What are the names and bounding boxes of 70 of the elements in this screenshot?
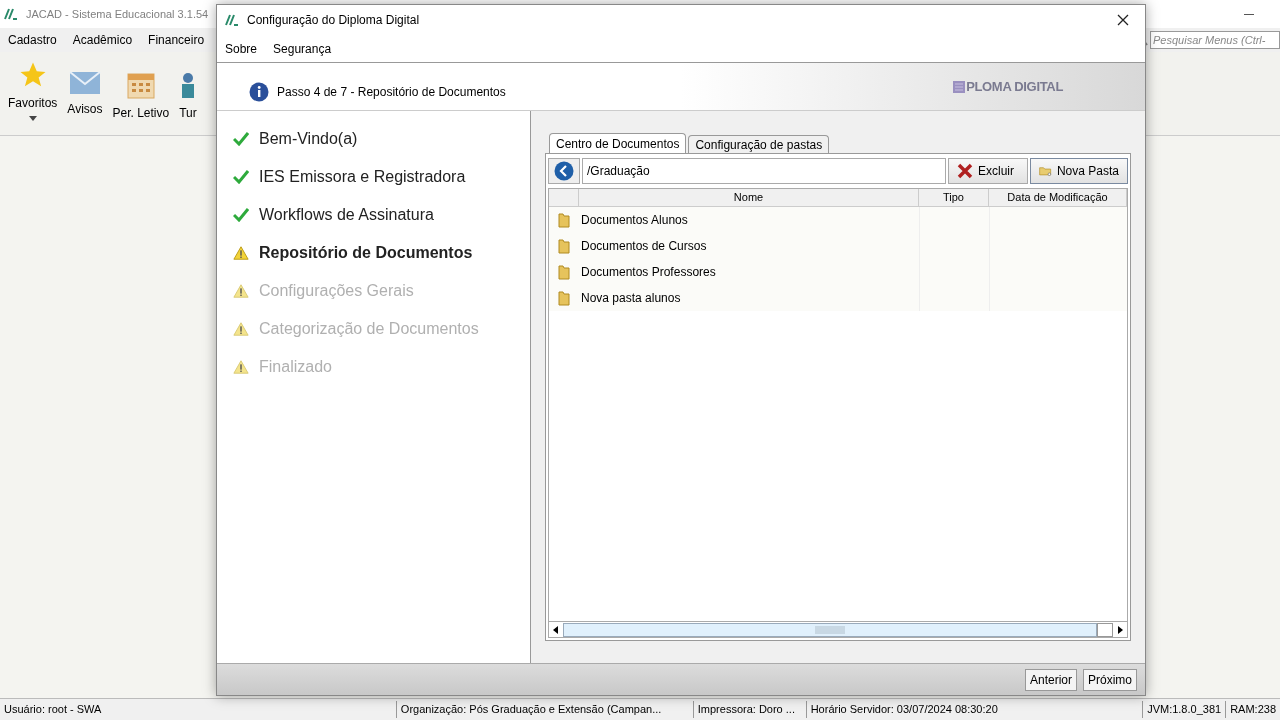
warning-icon	[233, 244, 249, 261]
logo-icon	[4, 8, 18, 20]
menu-item[interactable]: Financeiro	[148, 31, 205, 49]
menu-item[interactable]: Cadastro	[8, 31, 57, 49]
info-icon	[249, 82, 269, 102]
folder-icon	[557, 238, 571, 254]
toolbar-button[interactable]: Favoritos	[4, 60, 62, 121]
folder-name: Documentos de Cursos	[580, 238, 708, 255]
envelope-icon	[68, 70, 101, 96]
delete-button[interactable]: Excluir	[948, 158, 1028, 184]
caret-icon	[28, 116, 37, 121]
dialog-title: Configuração do Diploma Digital	[247, 12, 420, 29]
step-label: Configurações Gerais	[259, 280, 414, 301]
table-row[interactable]: Documentos de Cursos	[549, 233, 1127, 259]
previous-button[interactable]: Anterior	[1024, 668, 1077, 691]
folder-icon	[557, 290, 571, 306]
folder-name: Nova pasta alunos	[580, 290, 682, 307]
status-text: Impressora: Doro ...	[692, 701, 806, 718]
people-icon	[180, 70, 196, 100]
checkmark-icon	[233, 131, 249, 146]
toolbar-button[interactable]: Avisos	[63, 60, 107, 118]
back-button[interactable]	[548, 158, 580, 184]
step-label: Repositório de Documentos	[259, 242, 473, 263]
minimize-icon[interactable]	[1244, 13, 1254, 15]
logo-icon	[225, 14, 239, 26]
menu-item[interactable]: Sobre	[225, 39, 258, 58]
logo-text: PLOMA DIGITAL	[966, 78, 1063, 96]
status-text: Usuário: root - SWA	[3, 702, 103, 718]
column-header[interactable]: Nome	[579, 189, 919, 206]
calendar-icon	[125, 70, 156, 100]
step-label: IES Emissora e Registradora	[259, 166, 466, 187]
scroll-grip-icon[interactable]	[815, 625, 845, 634]
folder-name: Documentos Professores	[580, 264, 717, 281]
window-title: JACAD - Sistema Educacional 3.1.54	[26, 6, 209, 22]
table-row[interactable]: Documentos Alunos	[549, 207, 1127, 233]
checkmark-icon	[233, 207, 249, 222]
step-label: Workflows de Assinatura	[259, 204, 434, 225]
next-button[interactable]: Próximo	[1083, 668, 1137, 691]
new-folder-button[interactable]: Nova Pasta	[1030, 158, 1128, 184]
status-text: RAM:238	[1225, 701, 1280, 718]
folder-icon	[557, 212, 571, 228]
table-row[interactable]: Nova pasta alunos	[549, 285, 1127, 311]
warning-icon	[233, 282, 249, 299]
warning-icon	[233, 358, 249, 375]
step-label: Finalizado	[259, 356, 332, 377]
folder-name: Documentos Alunos	[580, 212, 689, 229]
x-icon	[957, 163, 973, 179]
search-field[interactable]: Pesquisar Menus (Ctrl-	[1150, 31, 1280, 49]
folder-icon	[557, 264, 571, 280]
tab[interactable]: Configuração de pastas	[688, 135, 830, 153]
toolbar-button[interactable]: Per. Letivo	[108, 60, 174, 122]
menu-item[interactable]: Segurança	[273, 39, 332, 58]
checkmark-icon	[233, 169, 249, 184]
step-info: Passo 4 de 7 - Repositório de Documentos	[277, 84, 506, 101]
status-text: Horário Servidor: 03/07/2024 08:30:20	[805, 701, 1143, 718]
logo-mark-icon	[953, 80, 966, 93]
column-header[interactable]: Tipo	[919, 189, 989, 206]
table-row[interactable]: Documentos Professores	[549, 259, 1127, 285]
close-icon[interactable]	[1117, 14, 1129, 26]
warning-icon	[233, 320, 249, 337]
status-text: Organização: Pós Graduação e Extensão (Campan...	[395, 701, 693, 718]
horizontal-scrollbar[interactable]	[549, 621, 1127, 637]
column-header[interactable]: Data de Modificação	[989, 189, 1127, 206]
step-label: Categorização de Documentos	[259, 318, 479, 339]
tab[interactable]: Centro de Documentos	[549, 133, 687, 153]
step-label: Bem-Vindo(a)	[259, 128, 358, 149]
path-field[interactable]: /Graduação	[582, 158, 946, 184]
toolbar-button[interactable]: Tur	[175, 60, 201, 122]
menu-item[interactable]: Acadêmico	[72, 31, 133, 49]
status-text: JVM:1.8.0_381	[1142, 701, 1226, 718]
